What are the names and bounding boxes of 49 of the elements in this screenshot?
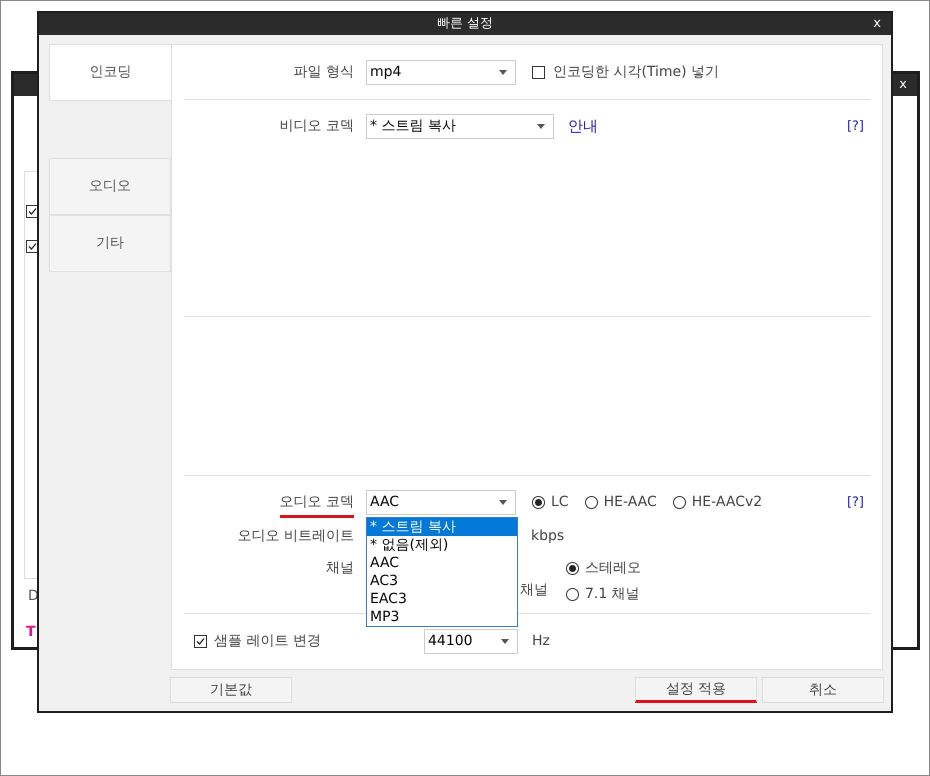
field-label: 오디오 비트레이트	[236, 527, 355, 546]
sidebar-tab[interactable]: 오디오	[49, 158, 171, 215]
dropdown[interactable]: * 스트림 복사	[366, 114, 554, 139]
close-button[interactable]: x	[873, 14, 881, 34]
unit-label: kbps	[531, 527, 564, 546]
dropdown-option[interactable]: MP3	[367, 608, 517, 626]
sidebar-tab[interactable]: 기타	[49, 215, 171, 272]
footer-text: T	[26, 623, 36, 642]
radio-button[interactable]	[566, 562, 579, 575]
radio-button[interactable]	[566, 588, 579, 601]
guide-link[interactable]: 안내	[568, 115, 598, 138]
radio-label: LC	[551, 493, 569, 512]
dropdown[interactable]: mp4	[366, 60, 516, 84]
dropdown-arrow-icon	[537, 124, 545, 129]
radio-button[interactable]	[672, 496, 686, 509]
dropdown[interactable]: 44100	[424, 629, 518, 654]
apply-button[interactable]: 설정 적용	[635, 677, 757, 703]
help-link[interactable]: [?]	[846, 492, 864, 512]
checkbox[interactable]	[194, 635, 207, 648]
dropdown-option[interactable]: EAC3	[367, 590, 517, 608]
checkbox[interactable]	[532, 66, 545, 78]
field-label: 비디오 코덱	[278, 117, 355, 136]
help-link[interactable]: [?]	[846, 116, 864, 136]
unit-label: Hz	[532, 632, 550, 651]
radio-label: 7.1 채널	[585, 585, 640, 604]
sidebar-tab[interactable]: 인코딩	[49, 44, 171, 101]
dropdown-option[interactable]: * 없음(제외)	[367, 536, 517, 554]
dropdown-arrow-icon	[501, 639, 509, 644]
radio-label: 채널	[520, 581, 548, 600]
dropdown-arrow-icon	[499, 500, 507, 505]
field-label: 오디오 코덱	[280, 492, 354, 518]
checkbox-label: 샘플 레이트 변경	[214, 632, 321, 651]
radio-button[interactable]	[584, 496, 598, 509]
dropdown-option[interactable]: AC3	[367, 572, 517, 590]
defaults-button[interactable]: 기본값	[170, 677, 292, 703]
cancel-button[interactable]: 취소	[762, 677, 884, 703]
close-button[interactable]: x	[899, 75, 907, 95]
radio-label: HE-AAC	[604, 493, 657, 512]
dropdown[interactable]: AAC	[366, 490, 516, 515]
radio-button[interactable]	[532, 496, 545, 509]
dropdown-option[interactable]: * 스트림 복사	[367, 518, 517, 536]
field-label: 파일 형식	[292, 62, 355, 82]
radio-label: 스테레오	[585, 559, 641, 578]
dropdown-option[interactable]: AAC	[367, 554, 517, 572]
field-label: 채널	[325, 559, 355, 578]
dropdown-arrow-icon	[499, 70, 507, 74]
checkbox-label: 인코딩한 시각(Time) 넣기	[553, 62, 720, 82]
radio-label: HE-AACv2	[692, 493, 762, 512]
window-title: 빠른 설정	[436, 15, 494, 34]
